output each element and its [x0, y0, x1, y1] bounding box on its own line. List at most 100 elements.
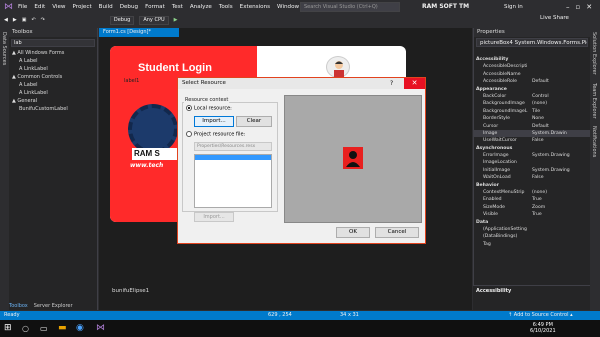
property-value[interactable]: True: [532, 211, 590, 218]
config-select[interactable]: Debug: [109, 15, 135, 25]
browser-icon[interactable]: ◉: [76, 323, 84, 333]
minimize-icon[interactable]: –: [566, 3, 570, 11]
tab-notifications[interactable]: Notifications: [591, 126, 597, 157]
toolbox-item[interactable]: A Label: [9, 57, 97, 65]
property-value[interactable]: [532, 233, 590, 240]
local-resource-radio[interactable]: Local resource:: [186, 105, 232, 112]
file-explorer-icon[interactable]: ▬: [58, 323, 67, 333]
property-category[interactable]: Behavior: [474, 182, 590, 189]
property-row[interactable]: AccessibleRole Default: [474, 78, 590, 85]
property-value[interactable]: Zoom: [532, 204, 590, 211]
save-icon[interactable]: ▣: [22, 17, 27, 23]
property-row[interactable]: (DataBindings): [474, 233, 590, 240]
property-value[interactable]: (none): [532, 189, 590, 196]
menu-item-build[interactable]: Build: [99, 4, 113, 10]
property-row[interactable]: BackgroundImage (none): [474, 100, 590, 107]
undo-icon[interactable]: ↶: [31, 17, 35, 23]
property-value[interactable]: (none): [532, 100, 590, 107]
menu-item-test[interactable]: Test: [172, 4, 183, 10]
property-category[interactable]: Appearance: [474, 86, 590, 93]
menu-item-extensions[interactable]: Extensions: [240, 4, 270, 10]
menu-item-file[interactable]: File: [18, 4, 27, 10]
property-row[interactable]: Cursor Default: [474, 123, 590, 130]
search-input[interactable]: Search Visual Studio (Ctrl+Q): [300, 2, 400, 12]
menu-item-view[interactable]: View: [52, 4, 65, 10]
tab-team-explorer[interactable]: Team Explorer: [591, 83, 597, 119]
source-control-button[interactable]: ↑ Add to Source Control ▴: [508, 311, 573, 320]
close-icon[interactable]: ✕: [586, 3, 592, 11]
toolbox-category[interactable]: ▲ General: [9, 97, 97, 105]
windows-start-icon[interactable]: ⊞: [4, 324, 12, 333]
project-resource-radio[interactable]: Project resource file:: [186, 131, 245, 138]
property-value[interactable]: [532, 226, 590, 233]
toolbox-category[interactable]: ▲ All Windows Forms: [9, 49, 97, 57]
property-value[interactable]: System.Drawin: [532, 130, 590, 137]
menu-item-tools[interactable]: Tools: [219, 4, 233, 10]
property-value[interactable]: Default: [532, 78, 590, 85]
property-row[interactable]: BorderStyle None: [474, 115, 590, 122]
property-row[interactable]: BackColor Control: [474, 93, 590, 100]
toolbox-search-input[interactable]: lab: [11, 39, 95, 47]
property-row[interactable]: WaitOnLoad False: [474, 174, 590, 181]
component-tray-item[interactable]: bunifuElipse1: [112, 288, 149, 294]
toolbox-item[interactable]: A Label: [9, 81, 97, 89]
property-row[interactable]: AccessibleDescripti: [474, 63, 590, 70]
property-row[interactable]: AccessibleName: [474, 71, 590, 78]
tab-toolbox[interactable]: Toolbox: [9, 303, 28, 309]
property-row[interactable]: Tag: [474, 241, 590, 248]
search-icon[interactable]: ○: [22, 324, 29, 333]
property-row[interactable]: ErrorImage System.Drawing: [474, 152, 590, 159]
toolbox-item[interactable]: A LinkLabel: [9, 65, 97, 73]
toolbox-item[interactable]: BunifuCustomLabel: [9, 105, 97, 113]
toolbox-category[interactable]: ▲ Common Controls: [9, 73, 97, 81]
resource-file-select[interactable]: Properties\Resources.resx: [194, 142, 272, 151]
property-value[interactable]: False: [532, 137, 590, 144]
menu-item-debug[interactable]: Debug: [120, 4, 138, 10]
property-row[interactable]: InitialImage System.Drawing: [474, 167, 590, 174]
menu-item-analyze[interactable]: Analyze: [190, 4, 212, 10]
property-row[interactable]: Visible True: [474, 211, 590, 218]
menu-item-project[interactable]: Project: [73, 4, 92, 10]
menu-item-window[interactable]: Window: [277, 4, 299, 10]
menu-item-edit[interactable]: Edit: [34, 4, 45, 10]
forward-icon[interactable]: ▶: [13, 17, 17, 23]
property-category[interactable]: Asynchronous: [474, 145, 590, 152]
object-selector[interactable]: pictureBox4 System.Windows.Forms.Pictur: [476, 38, 588, 47]
dialog-close-icon[interactable]: ✕: [404, 78, 425, 89]
property-value[interactable]: False: [532, 174, 590, 181]
property-value[interactable]: Control: [532, 93, 590, 100]
property-value[interactable]: Tile: [532, 108, 590, 115]
maximize-icon[interactable]: ▫: [576, 3, 581, 11]
label1[interactable]: label1: [124, 78, 139, 84]
ok-button[interactable]: OK: [336, 227, 370, 238]
clear-button[interactable]: Clear: [236, 116, 272, 127]
resource-list-selected-item[interactable]: [195, 155, 271, 160]
import-button[interactable]: Import...: [194, 116, 234, 127]
property-category[interactable]: Accessibility: [474, 56, 590, 63]
platform-select[interactable]: Any CPU: [139, 15, 169, 25]
cancel-button[interactable]: Cancel: [375, 227, 419, 238]
property-row[interactable]: (ApplicationSetting: [474, 226, 590, 233]
tab-form1-design[interactable]: Form1.cs [Design]*: [99, 28, 179, 37]
property-row[interactable]: Image System.Drawin: [474, 129, 590, 138]
redo-icon[interactable]: ↷: [41, 17, 45, 23]
live-share-button[interactable]: Live Share: [540, 15, 569, 21]
task-view-icon[interactable]: ▭: [40, 324, 48, 333]
property-value[interactable]: [532, 159, 590, 166]
toolbox-item[interactable]: A LinkLabel: [9, 89, 97, 97]
property-value[interactable]: True: [532, 196, 590, 203]
menu-item-format[interactable]: Format: [145, 4, 165, 10]
property-row[interactable]: SizeMode Zoom: [474, 204, 590, 211]
property-value[interactable]: None: [532, 115, 590, 122]
property-value[interactable]: [532, 71, 590, 78]
clock[interactable]: 6:49 PM 6/10/2021: [530, 322, 556, 334]
property-row[interactable]: Enabled True: [474, 196, 590, 203]
sign-in-link[interactable]: Sign in: [504, 2, 523, 12]
visual-studio-taskbar-icon[interactable]: ⋈: [96, 323, 105, 333]
resource-list[interactable]: [194, 154, 272, 208]
tab-server-explorer[interactable]: Server Explorer: [34, 303, 73, 309]
back-icon[interactable]: ◀: [4, 17, 8, 23]
data-sources-tab[interactable]: Data Sources: [1, 32, 7, 65]
property-value[interactable]: System.Drawing: [532, 152, 590, 159]
property-value[interactable]: [532, 63, 590, 70]
